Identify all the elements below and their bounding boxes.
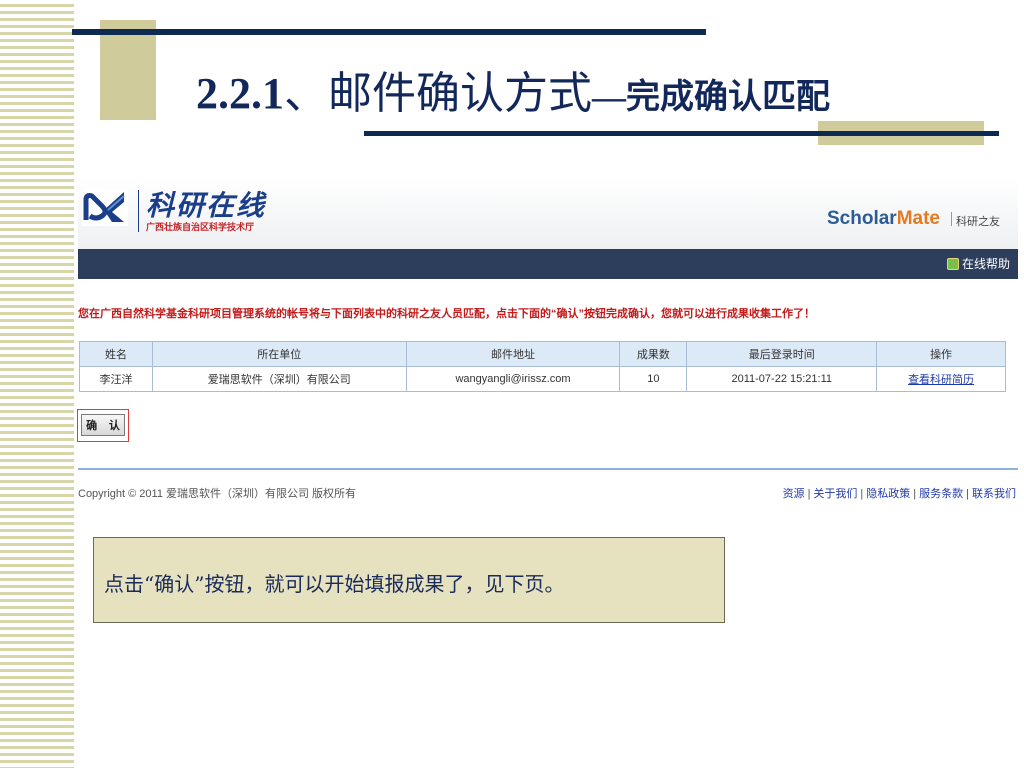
confirm-button[interactable]: 确 认 <box>81 414 125 436</box>
slide-title: 2.2.1、邮件确认方式—完成确认匹配 <box>196 66 830 122</box>
footer-divider <box>78 468 1018 470</box>
cell-name: 李汪洋 <box>79 366 153 392</box>
footer-link-privacy[interactable]: 隐私政策 <box>866 488 910 500</box>
instruction-callout: 点击“确认”按钮，就可以开始填报成果了，见下页。 <box>93 537 725 623</box>
col-header-count: 成果数 <box>619 341 688 367</box>
col-header-action: 操作 <box>876 341 1006 367</box>
logo-subtitle: 广西壮族自治区科学技术厅 <box>146 222 255 232</box>
cell-email: wangyangli@irissz.com <box>405 366 621 392</box>
view-cv-link[interactable]: 查看科研简历 <box>908 374 974 386</box>
footer-links: 资源 | 关于我们 | 隐私政策 | 服务条款 | 联系我们 <box>783 485 1016 501</box>
help-icon <box>946 258 959 270</box>
footer-link-terms[interactable]: 服务条款 <box>919 488 963 500</box>
title-bottom-bar <box>364 131 999 136</box>
scholarmate-logo[interactable]: ScholarMate <box>827 208 940 230</box>
cell-last-login: 2011-07-22 15:21:11 <box>686 366 878 392</box>
col-header-email: 邮件地址 <box>405 341 621 367</box>
col-header-name: 姓名 <box>79 341 153 367</box>
site-header: 科研在线 广西壮族自治区科学技术厅 ScholarMate 科研之友 <box>78 178 1018 249</box>
logo-divider <box>138 190 139 232</box>
logo-title: 科研在线 <box>146 189 267 222</box>
site-navbar: 在线帮助 <box>78 249 1018 279</box>
logo-icon <box>82 190 128 226</box>
cell-org: 爱瑞思软件（深圳）有限公司 <box>151 366 407 392</box>
table-header-row: 姓名 所在单位 邮件地址 成果数 最后登录时间 操作 <box>79 341 1006 367</box>
footer-link-resources[interactable]: 资源 <box>783 488 805 500</box>
footer-separator: | <box>860 488 864 500</box>
footer-link-contact[interactable]: 联系我们 <box>972 488 1016 500</box>
match-notice: 您在广西自然科学基金科研项目管理系统的帐号将与下面列表中的科研之友人员匹配，点击… <box>78 308 815 320</box>
footer-separator: | <box>807 488 811 500</box>
online-help-label: 在线帮助 <box>961 257 1010 271</box>
title-accent-square <box>100 20 156 120</box>
slide-title-main: 、邮件确认方式 <box>284 69 592 118</box>
scholarmate-subtitle: 科研之友 <box>956 216 1000 228</box>
online-help-link[interactable]: 在线帮助 <box>946 255 1010 272</box>
cell-count: 10 <box>619 366 688 392</box>
cell-action: 查看科研简历 <box>876 366 1006 392</box>
copyright-text: Copyright © 2011 爱瑞思软件（深圳）有限公司 版权所有 <box>78 488 357 500</box>
callout-text: 点击“确认”按钮，就可以开始填报成果了，见下页。 <box>104 572 565 596</box>
match-table: 姓名 所在单位 邮件地址 成果数 最后登录时间 操作 李汪洋 爱瑞思软件（深圳）… <box>79 341 1006 392</box>
slide-title-number: 2.2.1 <box>196 69 284 118</box>
footer-separator: | <box>913 488 917 500</box>
col-header-org: 所在单位 <box>151 341 407 367</box>
title-top-bar <box>72 29 706 35</box>
confirm-highlight: 确 认 <box>77 409 129 442</box>
left-stripe-decoration <box>0 0 74 768</box>
slide-title-sub: —完成确认匹配 <box>592 79 830 116</box>
col-header-last-login: 最后登录时间 <box>686 341 878 367</box>
footer-link-about[interactable]: 关于我们 <box>813 488 857 500</box>
footer-separator: | <box>966 488 969 500</box>
brand-separator <box>951 212 952 226</box>
table-row: 李汪洋 爱瑞思软件（深圳）有限公司 wangyangli@irissz.com … <box>79 366 1006 392</box>
